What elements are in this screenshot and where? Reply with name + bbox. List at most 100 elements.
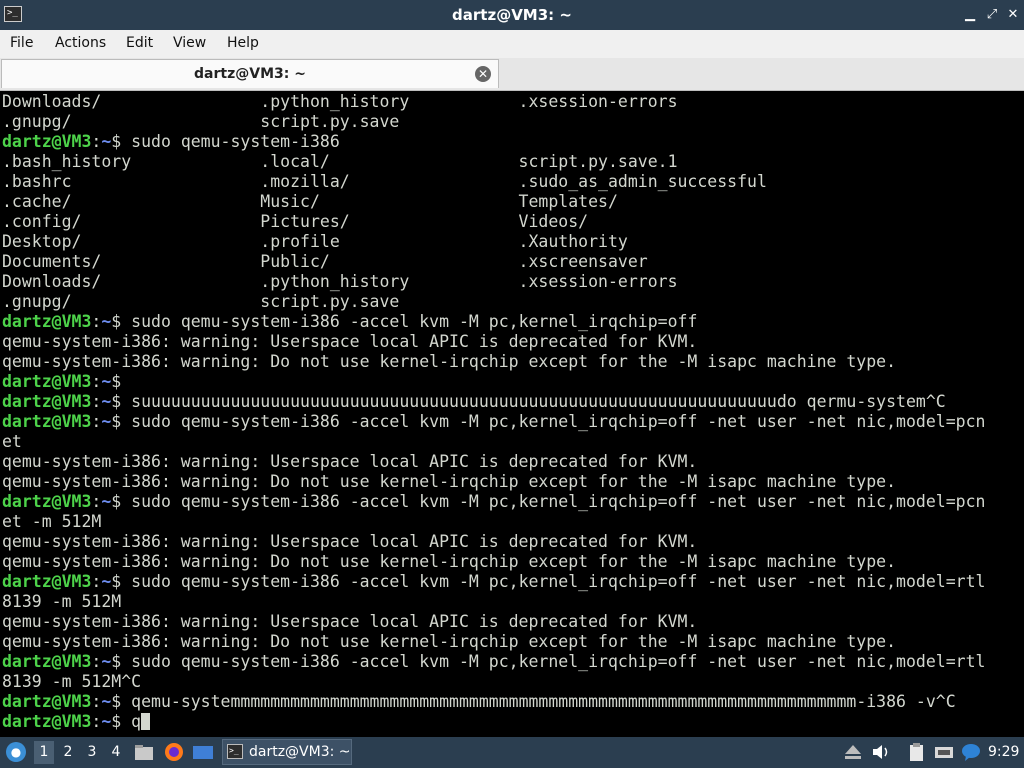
clipboard-icon[interactable] (905, 742, 927, 762)
terminal-text-segment: $ sudo qemu-system-i386 -accel kvm -M pc… (111, 312, 698, 331)
eject-icon[interactable] (842, 742, 864, 762)
terminal-line: .bash_history .local/ script.py.save.1 (2, 152, 985, 172)
terminal-text-segment: qemu-system-i386: warning: Do not use ke… (2, 552, 897, 571)
workspace-1[interactable]: 1 (34, 741, 54, 764)
start-menu-icon[interactable]: ● (6, 742, 26, 762)
prompt-path: ~ (101, 572, 112, 591)
clock: 9:29 (988, 744, 1020, 760)
terminal-text-segment: Desktop/ .profile .Xauthority (2, 232, 628, 251)
terminal-line: et (2, 432, 985, 452)
terminal-line: qemu-system-i386: warning: Userspace loc… (2, 532, 985, 552)
terminal-text-segment: .bashrc .mozilla/ .sudo_as_admin_success… (2, 172, 767, 191)
firefox-icon[interactable] (163, 742, 185, 762)
terminal-line: .config/ Pictures/ Videos/ (2, 212, 985, 232)
prompt-path: ~ (101, 392, 112, 411)
prompt-path: ~ (101, 412, 112, 431)
menu-actions[interactable]: Actions (55, 30, 106, 56)
terminal-text-segment: : (91, 712, 102, 731)
terminal-text-segment: 8139 -m 512M^C (2, 672, 142, 691)
terminal-icon: >_ (227, 744, 243, 759)
task-label: dartz@VM3: ~ (249, 744, 351, 760)
terminal-line: Desktop/ .profile .Xauthority (2, 232, 985, 252)
terminal-line: qemu-system-i386: warning: Userspace loc… (2, 332, 985, 352)
terminal-line: 8139 -m 512M (2, 592, 985, 612)
terminal-text-segment: qemu-system-i386: warning: Userspace loc… (2, 452, 698, 471)
terminal-text-segment: qemu-system-i386: warning: Userspace loc… (2, 532, 698, 551)
prompt-path: ~ (101, 372, 112, 391)
terminal-line: dartz@VM3:~$ (2, 372, 985, 392)
terminal-text-segment: .cache/ Music/ Templates/ (2, 192, 618, 211)
workspace-4[interactable]: 4 (106, 741, 126, 764)
terminal-text-segment: $ sudo qemu-system-i386 -accel kvm -M pc… (111, 412, 986, 431)
terminal-line: Documents/ Public/ .xscreensaver (2, 252, 985, 272)
terminal-line: qemu-system-i386: warning: Do not use ke… (2, 352, 985, 372)
desktop-icon[interactable] (192, 742, 214, 762)
menu-file[interactable]: File (10, 30, 33, 56)
terminal-text-segment: et -m 512M (2, 512, 102, 531)
terminal-line: et -m 512M (2, 512, 985, 532)
terminal-text-segment: : (91, 412, 102, 431)
terminal-line: qemu-system-i386: warning: Do not use ke… (2, 552, 985, 572)
terminal-text-segment: .config/ Pictures/ Videos/ (2, 212, 589, 231)
terminal-cursor (141, 713, 151, 730)
terminal-output[interactable]: Downloads/ .python_history .xsession-err… (0, 91, 1024, 736)
menu-view[interactable]: View (173, 30, 206, 56)
terminal-line: dartz@VM3:~$ sudo qemu-system-i386 (2, 132, 985, 152)
terminal-line: dartz@VM3:~$ sudo qemu-system-i386 -acce… (2, 492, 985, 512)
prompt-path: ~ (101, 312, 112, 331)
prompt-user: dartz@VM3 (2, 392, 92, 411)
tab-strip: dartz@VM3: ~ ✕ (0, 58, 1024, 91)
menu-help[interactable]: Help (227, 30, 259, 56)
terminal-text-segment: Downloads/ .python_history .xsession-err… (2, 272, 678, 291)
terminal-line: .gnupg/ script.py.save (2, 112, 985, 132)
tab-label: dartz@VM3: ~ (194, 66, 306, 82)
prompt-user: dartz@VM3 (2, 692, 92, 711)
workspace-3[interactable]: 3 (82, 741, 102, 764)
terminal-text-segment: .bash_history .local/ script.py.save.1 (2, 152, 678, 171)
terminal-text-segment: Downloads/ .python_history .xsession-err… (2, 92, 678, 111)
terminal-line: dartz@VM3:~$ sudo qemu-system-i386 -acce… (2, 312, 985, 332)
terminal-text-segment: qemu-system-i386: warning: Userspace loc… (2, 612, 698, 631)
workspace-2[interactable]: 2 (58, 741, 78, 764)
terminal-text-segment: $ qemu-systemmmmmmmmmmmmmmmmmmmmmmmmmmmm… (111, 692, 956, 711)
prompt-path: ~ (101, 132, 112, 151)
menu-edit[interactable]: Edit (126, 30, 153, 56)
volume-icon[interactable] (870, 742, 892, 762)
terminal-text-segment: qemu-system-i386: warning: Do not use ke… (2, 472, 897, 491)
terminal-text-segment: qemu-system-i386: warning: Do not use ke… (2, 632, 897, 651)
terminal-line: qemu-system-i386: warning: Userspace loc… (2, 452, 985, 472)
taskbar-task-terminal[interactable]: >_ dartz@VM3: ~ (222, 739, 352, 765)
file-manager-icon[interactable] (133, 742, 155, 762)
network-icon[interactable] (933, 742, 955, 762)
maximize-icon[interactable]: ⤢ (984, 7, 1000, 23)
chat-icon[interactable] (960, 742, 982, 762)
window-title: dartz@VM3: ~ (452, 6, 572, 24)
terminal-text-segment: : (91, 692, 102, 711)
terminal-text-segment: et (2, 432, 22, 451)
minimize-icon[interactable]: ▁ (962, 7, 978, 23)
terminal-line: .gnupg/ script.py.save (2, 292, 985, 312)
terminal-text-segment: $ sudo qemu-system-i386 -accel kvm -M pc… (111, 492, 986, 511)
terminal-text-segment: $ (111, 372, 122, 391)
terminal-text-segment: 8139 -m 512M (2, 592, 122, 611)
window-titlebar[interactable]: >_ dartz@VM3: ~ ▁ ⤢ ✕ (0, 0, 1024, 30)
prompt-user: dartz@VM3 (2, 492, 92, 511)
terminal-text-segment: : (91, 652, 102, 671)
prompt-user: dartz@VM3 (2, 312, 92, 331)
terminal-line: dartz@VM3:~$ sudo qemu-system-i386 -acce… (2, 412, 985, 432)
tab-close-icon[interactable]: ✕ (475, 66, 491, 82)
terminal-tab[interactable]: dartz@VM3: ~ ✕ (1, 59, 499, 88)
terminal-text-segment: : (91, 132, 102, 151)
prompt-path: ~ (101, 492, 112, 511)
prompt-user: dartz@VM3 (2, 372, 92, 391)
terminal-text-segment: $ suuuuuuuuuuuuuuuuuuuuuuuuuuuuuuuuuuuuu… (111, 392, 946, 411)
terminal-text-segment: : (91, 572, 102, 591)
terminal-line: dartz@VM3:~$ sudo qemu-system-i386 -acce… (2, 652, 985, 672)
close-icon[interactable]: ✕ (1005, 7, 1021, 23)
terminal-text-segment: .gnupg/ script.py.save (2, 112, 400, 131)
terminal-line: dartz@VM3:~$ qemu-systemmmmmmmmmmmmmmmmm… (2, 692, 985, 712)
terminal-text-segment: $ sudo qemu-system-i386 (111, 132, 340, 151)
prompt-user: dartz@VM3 (2, 132, 92, 151)
terminal-line: .cache/ Music/ Templates/ (2, 192, 985, 212)
terminal-line: qemu-system-i386: warning: Userspace loc… (2, 612, 985, 632)
